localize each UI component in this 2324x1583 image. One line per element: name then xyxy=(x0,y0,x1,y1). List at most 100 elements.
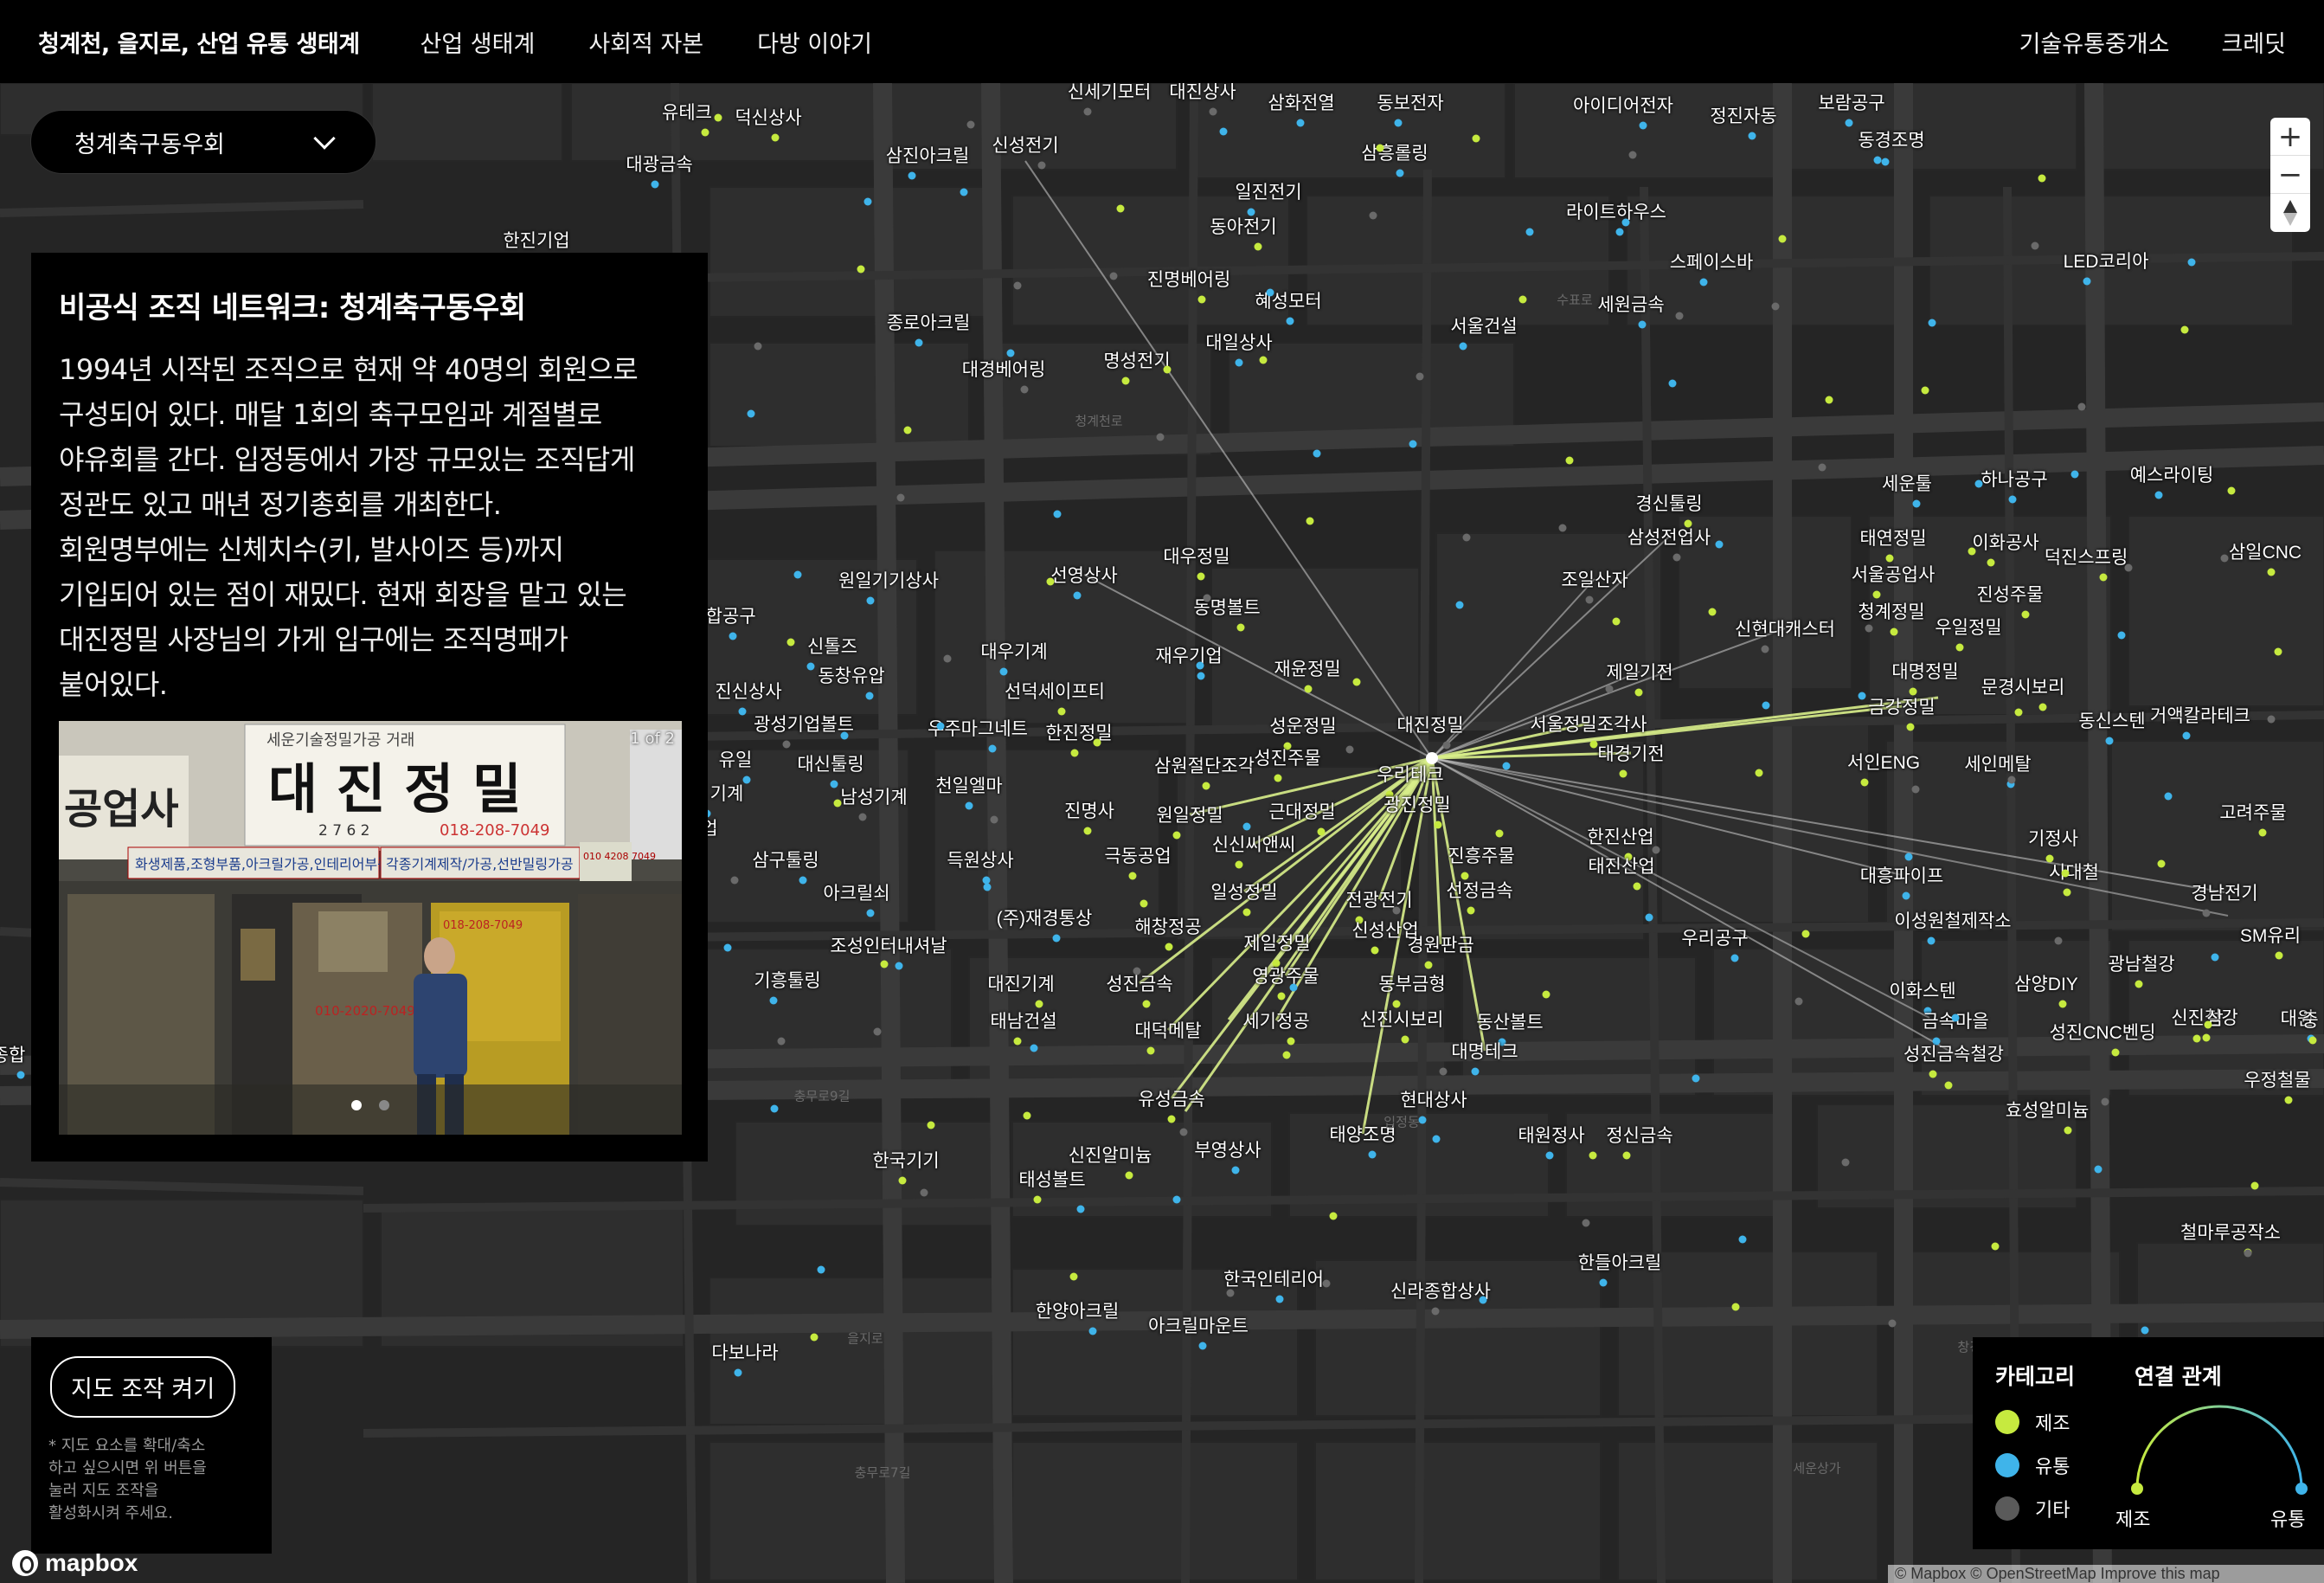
place-marker[interactable] xyxy=(865,692,874,700)
place-marker[interactable] xyxy=(1286,317,1294,325)
place-marker[interactable] xyxy=(858,813,867,821)
place-marker[interactable] xyxy=(1179,1128,1188,1136)
place-marker[interactable] xyxy=(2250,1181,2259,1190)
place-marker[interactable] xyxy=(1202,782,1210,790)
place-marker[interactable] xyxy=(1888,1319,1897,1328)
place-marker[interactable] xyxy=(988,744,997,753)
place-marker[interactable] xyxy=(1236,623,1245,632)
place-marker[interactable] xyxy=(2038,703,2047,711)
place-label[interactable]: 동신스텐 xyxy=(2078,707,2145,733)
place-marker[interactable] xyxy=(1172,1195,1181,1204)
place-marker[interactable] xyxy=(1622,1151,1631,1160)
place-marker[interactable] xyxy=(1518,295,1527,304)
place-marker[interactable] xyxy=(1197,672,1205,680)
place-marker[interactable] xyxy=(866,596,875,605)
place-marker[interactable] xyxy=(1974,479,1983,488)
place-marker[interactable] xyxy=(960,188,968,196)
zoom-out-button[interactable]: − xyxy=(2270,156,2310,194)
place-label[interactable]: 하나공구 xyxy=(1981,466,2047,492)
place-marker[interactable] xyxy=(1771,302,1780,311)
place-marker[interactable] xyxy=(1633,882,1641,891)
place-marker[interactable] xyxy=(1235,860,1243,869)
place-marker[interactable] xyxy=(915,338,923,347)
site-title[interactable]: 청계천, 을지로, 산업 유통 생태계 xyxy=(38,25,360,59)
place-marker[interactable] xyxy=(1109,272,1118,280)
place-marker[interactable] xyxy=(2058,1000,2067,1008)
place-marker[interactable] xyxy=(1304,685,1313,693)
place-marker[interactable] xyxy=(1057,707,1066,716)
place-marker[interactable] xyxy=(1392,906,1401,915)
place-marker[interactable] xyxy=(936,722,945,730)
place-label[interactable]: 유성금속 xyxy=(1138,1085,1204,1111)
place-label[interactable]: 신라종합상사 xyxy=(1390,1277,1491,1303)
nav-item-credits[interactable]: 크레딧 xyxy=(2221,25,2286,59)
place-marker[interactable] xyxy=(1073,591,1082,600)
place-marker[interactable] xyxy=(1589,740,1598,749)
place-marker[interactable] xyxy=(2135,980,2143,988)
place-marker[interactable] xyxy=(2117,631,2126,640)
place-marker[interactable] xyxy=(793,570,802,579)
place-marker[interactable] xyxy=(771,133,780,142)
place-marker[interactable] xyxy=(2157,859,2166,868)
place-label[interactable]: LED코리아 xyxy=(2064,248,2149,273)
place-marker[interactable] xyxy=(1322,1279,1331,1288)
mapbox-logo[interactable]: mapbox xyxy=(12,1549,138,1577)
place-marker[interactable] xyxy=(1203,594,1211,602)
place-marker[interactable] xyxy=(2220,554,2229,563)
place-label[interactable]: 성운정밀 xyxy=(1269,712,1336,738)
place-label[interactable]: 광남철강 xyxy=(2108,950,2174,976)
place-marker[interactable] xyxy=(1196,661,1204,670)
place-marker[interactable] xyxy=(2308,1036,2317,1045)
place-marker[interactable] xyxy=(1142,1000,1151,1008)
place-label[interactable]: 일성정밀 xyxy=(1210,878,1277,904)
place-marker[interactable] xyxy=(1944,1081,1953,1090)
place-marker[interactable] xyxy=(965,801,973,810)
place-marker[interactable] xyxy=(1277,992,1286,1001)
place-marker[interactable] xyxy=(1317,827,1326,836)
place-marker[interactable] xyxy=(651,180,659,189)
place-marker[interactable] xyxy=(1558,524,1567,532)
place-marker[interactable] xyxy=(896,493,905,502)
place-marker[interactable] xyxy=(1052,934,1061,943)
place-marker[interactable] xyxy=(1274,774,1282,782)
place-marker[interactable] xyxy=(754,342,762,351)
place-marker[interactable] xyxy=(729,632,737,640)
place-marker[interactable] xyxy=(1912,499,1921,508)
place-marker[interactable] xyxy=(1198,1342,1207,1350)
place-label[interactable]: 한진정밀 xyxy=(1045,719,1112,745)
place-label[interactable]: 정신금속 xyxy=(1606,1122,1672,1148)
compass-button[interactable] xyxy=(2270,194,2310,232)
place-label[interactable]: 서인ENG xyxy=(1847,749,1920,775)
place-label[interactable]: 신진알미늄 xyxy=(1069,1142,1152,1168)
place-label[interactable]: 기정사 xyxy=(2028,825,2078,851)
place-marker[interactable] xyxy=(1442,741,1451,750)
place-marker[interactable] xyxy=(1955,643,1964,652)
place-marker[interactable] xyxy=(1987,558,1995,567)
place-marker[interactable] xyxy=(1668,379,1677,388)
place-label[interactable]: 신성전기 xyxy=(992,132,1058,158)
place-marker[interactable] xyxy=(1345,745,1354,754)
map-attribution[interactable]: © Mapbox © OpenStreetMap Improve this ma… xyxy=(1888,1565,2324,1583)
place-marker[interactable] xyxy=(1615,228,1624,236)
place-marker[interactable] xyxy=(2258,828,2267,837)
place-marker[interactable] xyxy=(1495,829,1504,838)
place-label[interactable]: 신신씨앤씨 xyxy=(1212,831,1296,857)
place-label[interactable]: 신현대캐스터 xyxy=(1735,615,1835,641)
place-label[interactable]: 삼흥롤링 xyxy=(1361,139,1428,165)
place-marker[interactable] xyxy=(2275,951,2283,960)
place-marker[interactable] xyxy=(1128,872,1137,880)
place-marker[interactable] xyxy=(1371,946,1379,955)
place-marker[interactable] xyxy=(747,409,755,418)
place-marker[interactable] xyxy=(1730,954,1739,962)
place-marker[interactable] xyxy=(742,775,751,784)
place-marker[interactable] xyxy=(1146,1046,1155,1055)
place-marker[interactable] xyxy=(1902,891,1910,900)
place-marker[interactable] xyxy=(1172,831,1181,840)
place-label[interactable]: 시대철 xyxy=(2049,859,2099,885)
place-label[interactable]: 혜성모터 xyxy=(1255,287,1321,313)
place-marker[interactable] xyxy=(1242,908,1251,917)
place-marker[interactable] xyxy=(2274,647,2282,656)
place-marker[interactable] xyxy=(2031,241,2039,250)
place-marker[interactable] xyxy=(1929,1070,1937,1078)
place-marker[interactable] xyxy=(1439,1067,1448,1076)
